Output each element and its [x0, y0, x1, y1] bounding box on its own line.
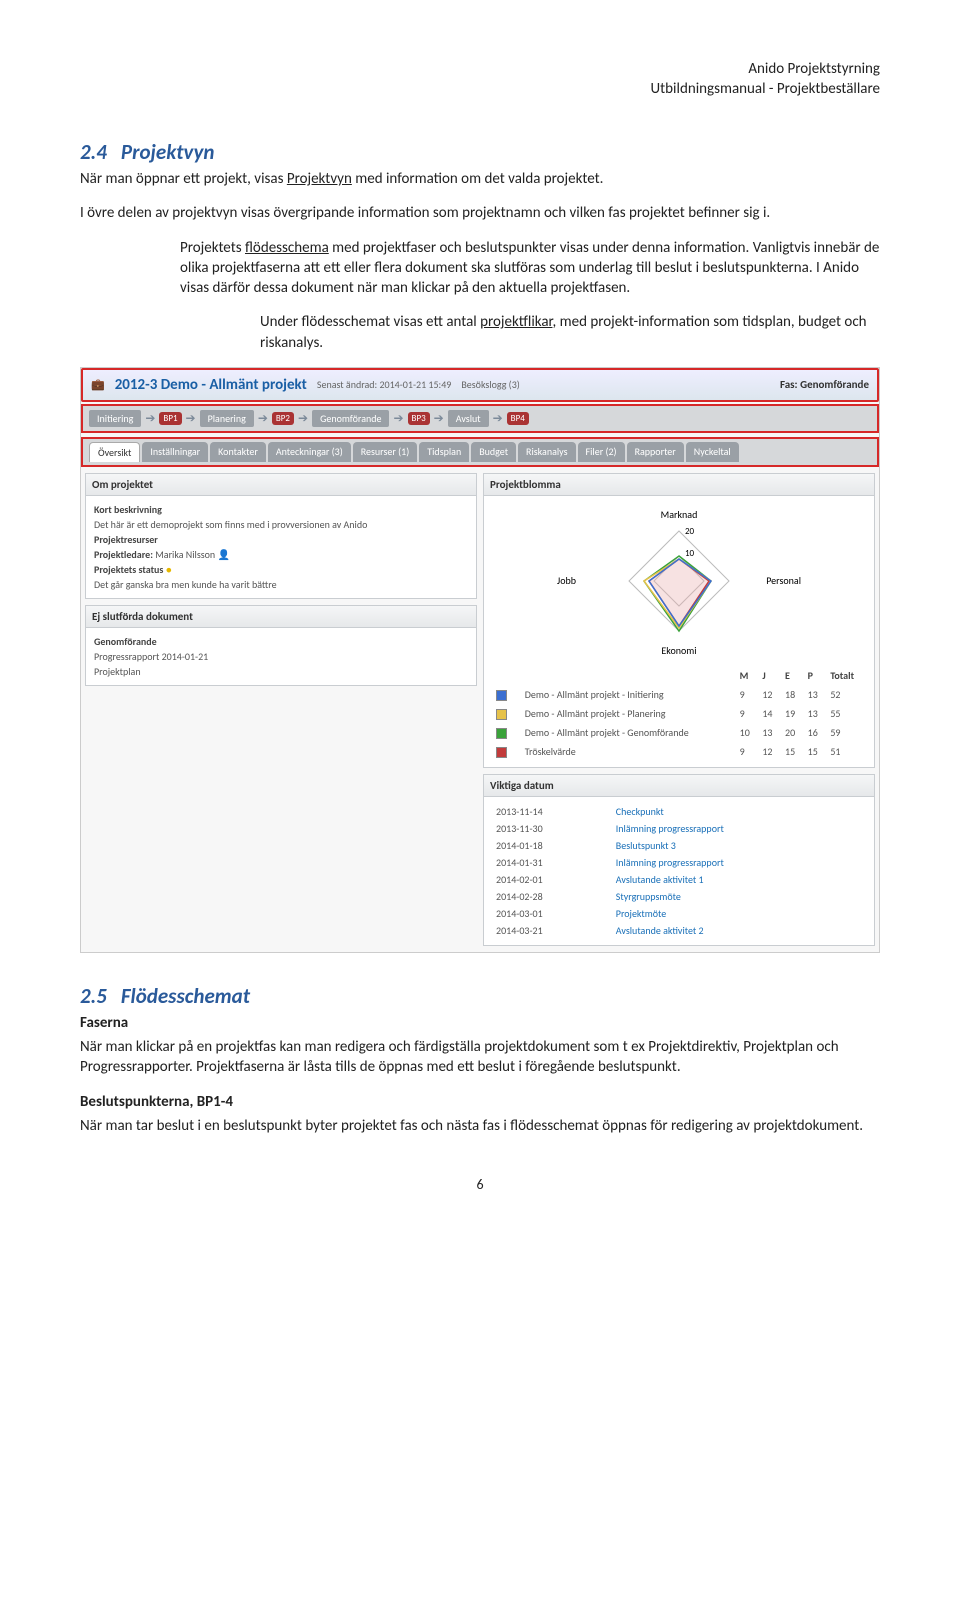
legend-row: Demo - Allmänt projekt - Genomförande101…	[492, 723, 866, 742]
header-line-2: Utbildningsmanual - Projektbeställare	[80, 80, 880, 100]
arrow-icon: ➔	[145, 411, 155, 426]
last-changed: Senast ändrad: 2014-01-21 15:49	[317, 378, 451, 391]
project-titlebar: 💼 2012-3 Demo - Allmänt projekt Senast ä…	[81, 368, 879, 402]
arrow-icon: ➔	[298, 411, 308, 426]
arrow-icon: ➔	[493, 411, 503, 426]
date-row: 2013-11-14Checkpunkt	[492, 803, 866, 820]
section-2-5-heading: 2.5Flödesschemat	[80, 983, 880, 1009]
arrow-icon: ➔	[258, 411, 268, 426]
dates-table: 2013-11-14Checkpunkt 2013-11-30Inlämning…	[492, 803, 866, 939]
tab-kontakter[interactable]: Kontakter	[210, 442, 266, 462]
s2-h1: Faserna	[80, 1013, 880, 1033]
panel-about: Om projektet Kort beskrivning Det här är…	[85, 473, 477, 599]
date-row: 2014-03-01Projektmöte	[492, 905, 866, 922]
arrow-icon: ➔	[393, 411, 403, 426]
legend-row: Tröskelvärde912151551	[492, 742, 866, 761]
tab-filer[interactable]: Filer (2)	[578, 442, 625, 462]
date-row: 2014-03-21Avslutande aktivitet 2	[492, 922, 866, 939]
projektvyn-screenshot: 💼 2012-3 Demo - Allmänt projekt Senast ä…	[80, 367, 880, 953]
s2-h2: Beslutspunkterna, BP1-4	[80, 1092, 880, 1112]
panel-projektblomma: Projektblomma Marknad	[483, 473, 875, 768]
arrow-icon: ➔	[434, 411, 444, 426]
radar-chart: Marknad Personal Ekonomi Jobb 20 10	[484, 496, 874, 660]
panel-dates-title: Viktiga datum	[484, 775, 874, 797]
s2-p1: När man klickar på en projektfas kan man…	[80, 1037, 880, 1078]
svg-text:Marknad: Marknad	[661, 508, 698, 521]
svg-text:Jobb: Jobb	[557, 574, 576, 587]
briefcase-icon: 💼	[91, 378, 105, 391]
legend-row: Demo - Allmänt projekt - Initiering91218…	[492, 685, 866, 704]
panel-docs-title: Ej slutförda dokument	[86, 606, 476, 628]
svg-text:10: 10	[685, 548, 695, 559]
bp3[interactable]: BP3	[408, 412, 430, 425]
tab-installningar[interactable]: Inställningar	[142, 442, 208, 462]
page-header: Anido Projektstyrning Utbildningsmanual …	[80, 60, 880, 99]
phase-avslut[interactable]: Avslut	[448, 410, 489, 427]
tab-budget[interactable]: Budget	[471, 442, 516, 462]
date-row: 2014-02-01Avslutande aktivitet 1	[492, 871, 866, 888]
project-name: 2012-3 Demo - Allmänt projekt	[115, 376, 307, 394]
flow-diagram: Initiering ➔ BP1 ➔ Planering ➔ BP2 ➔ Genomfö…	[81, 404, 879, 433]
s2-p2: När man tar beslut i en beslutspunkt byt…	[80, 1116, 880, 1136]
arrow-icon: ➔	[186, 411, 196, 426]
s1-p4: Under flödesschemat visas ett antal proj…	[260, 312, 880, 353]
person-icon: 👤	[217, 548, 229, 561]
bp4[interactable]: BP4	[507, 412, 529, 425]
phase-initiering[interactable]: Initiering	[89, 410, 141, 427]
page-number: 6	[80, 1176, 880, 1193]
legend-row: Demo - Allmänt projekt - Planering914191…	[492, 704, 866, 723]
bp1[interactable]: BP1	[159, 412, 181, 425]
date-row: 2014-01-18Beslutspunkt 3	[492, 837, 866, 854]
status-dot-icon: ●	[166, 563, 172, 576]
s1-p1: När man öppnar ett projekt, visas Projek…	[80, 169, 880, 189]
phase-planering[interactable]: Planering	[200, 410, 254, 427]
s1-p2: I övre delen av projektvyn visas övergri…	[80, 203, 880, 223]
panel-docs: Ej slutförda dokument Genomförande Progr…	[85, 605, 477, 686]
tab-rapporter[interactable]: Rapporter	[627, 442, 684, 462]
phase-genomforande[interactable]: Genomförande	[312, 410, 389, 427]
panel-dates: Viktiga datum 2013-11-14Checkpunkt 2013-…	[483, 774, 875, 946]
date-row: 2013-11-30Inlämning progressrapport	[492, 820, 866, 837]
visit-log[interactable]: Besökslogg (3)	[461, 378, 519, 391]
tab-nyckeltal[interactable]: Nyckeltal	[686, 442, 739, 462]
tab-resurser[interactable]: Resurser (1)	[353, 442, 417, 462]
bp2[interactable]: BP2	[272, 412, 294, 425]
tab-tidsplan[interactable]: Tidsplan	[419, 442, 469, 462]
current-phase: Fas: Genomförande	[780, 378, 869, 391]
tab-riskanalys[interactable]: Riskanalys	[518, 442, 575, 462]
section-2-4-heading: 2.4Projektvyn	[80, 139, 880, 165]
date-row: 2014-01-31Inlämning progressrapport	[492, 854, 866, 871]
header-line-1: Anido Projektstyrning	[80, 60, 880, 80]
svg-text:Personal: Personal	[766, 574, 801, 587]
svg-text:20: 20	[685, 526, 695, 537]
tab-oversikt[interactable]: Översikt	[89, 442, 140, 462]
panel-about-title: Om projektet	[86, 474, 476, 496]
date-row: 2014-02-28Styrgruppsmöte	[492, 888, 866, 905]
project-tabs: Översikt Inställningar Kontakter Anteckn…	[81, 437, 879, 467]
s1-p3: Projektets flödesschema med projektfaser…	[180, 238, 880, 299]
svg-text:Ekonomi: Ekonomi	[661, 644, 696, 656]
radar-legend-table: M J E P Totalt Demo - Allmänt projekt - …	[492, 666, 866, 761]
tab-anteckningar[interactable]: Anteckningar (3)	[268, 442, 351, 462]
panel-blom-title: Projektblomma	[484, 474, 874, 496]
